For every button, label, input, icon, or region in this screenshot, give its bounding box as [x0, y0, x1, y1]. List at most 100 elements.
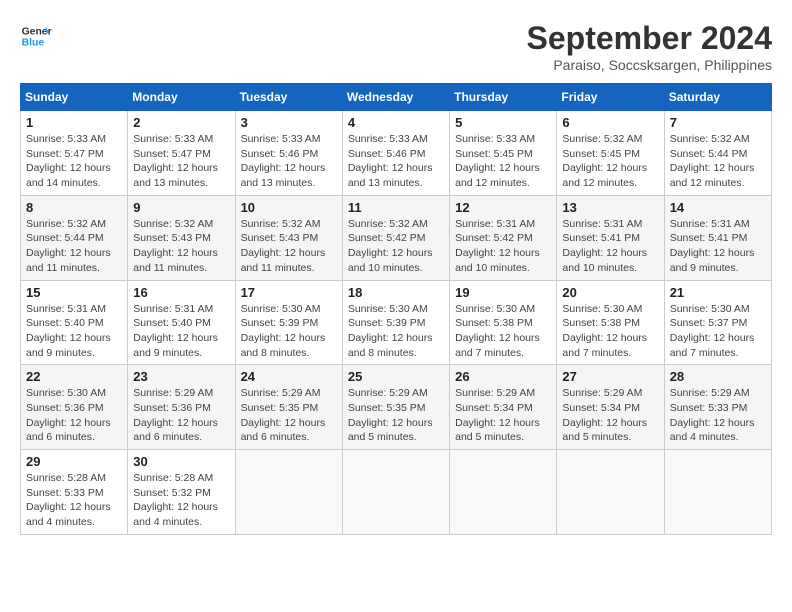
day-number: 23 [133, 369, 229, 384]
calendar-week-row: 15 Sunrise: 5:31 AM Sunset: 5:40 PM Dayli… [21, 280, 772, 365]
day-of-week-header: Friday [557, 84, 664, 111]
calendar-day-cell: 15 Sunrise: 5:31 AM Sunset: 5:40 PM Dayli… [21, 280, 128, 365]
day-info: Sunrise: 5:29 AM Sunset: 5:36 PM Dayligh… [133, 386, 229, 445]
title-block: September 2024 Paraiso, Soccsksargen, Ph… [527, 20, 772, 73]
day-number: 25 [348, 369, 444, 384]
day-info: Sunrise: 5:33 AM Sunset: 5:46 PM Dayligh… [348, 132, 444, 191]
day-number: 26 [455, 369, 551, 384]
calendar-day-cell: 17Sunrise: 5:30 AM Sunset: 5:39 PM Dayli… [235, 280, 342, 365]
calendar-table: SundayMondayTuesdayWednesdayThursdayFrid… [20, 83, 772, 535]
day-info: Sunrise: 5:32 AM Sunset: 5:42 PM Dayligh… [348, 217, 444, 276]
calendar-day-cell: 7Sunrise: 5:32 AM Sunset: 5:44 PM Daylig… [664, 111, 771, 196]
calendar-week-row: 8 Sunrise: 5:32 AM Sunset: 5:44 PM Daylig… [21, 195, 772, 280]
calendar-day-cell: 30 Sunrise: 5:28 AM Sunset: 5:32 PM Dayli… [128, 450, 235, 535]
day-info: Sunrise: 5:31 AM Sunset: 5:40 PM Dayligh… [26, 302, 122, 361]
day-number: 20 [562, 285, 658, 300]
day-number: 16 [133, 285, 229, 300]
day-number: 24 [241, 369, 337, 384]
day-of-week-header: Saturday [664, 84, 771, 111]
day-of-week-header: Thursday [450, 84, 557, 111]
day-number: 10 [241, 200, 337, 215]
calendar-day-cell: 4 Sunrise: 5:33 AM Sunset: 5:46 PM Daylig… [342, 111, 449, 196]
day-info: Sunrise: 5:30 AM Sunset: 5:38 PM Dayligh… [562, 302, 658, 361]
calendar-week-row: 29Sunrise: 5:28 AM Sunset: 5:33 PM Dayli… [21, 450, 772, 535]
day-number: 17 [241, 285, 337, 300]
day-info: Sunrise: 5:33 AM Sunset: 5:47 PM Dayligh… [26, 132, 122, 191]
day-number: 8 [26, 200, 122, 215]
day-of-week-header: Tuesday [235, 84, 342, 111]
day-info: Sunrise: 5:32 AM Sunset: 5:44 PM Dayligh… [26, 217, 122, 276]
day-of-week-header: Wednesday [342, 84, 449, 111]
day-number: 5 [455, 115, 551, 130]
calendar-day-cell: 16 Sunrise: 5:31 AM Sunset: 5:40 PM Dayli… [128, 280, 235, 365]
day-number: 29 [26, 454, 122, 469]
day-number: 4 [348, 115, 444, 130]
day-info: Sunrise: 5:30 AM Sunset: 5:39 PM Dayligh… [348, 302, 444, 361]
calendar-day-cell: 9 Sunrise: 5:32 AM Sunset: 5:43 PM Daylig… [128, 195, 235, 280]
day-number: 21 [670, 285, 766, 300]
calendar-day-cell [235, 450, 342, 535]
calendar-day-cell: 29Sunrise: 5:28 AM Sunset: 5:33 PM Dayli… [21, 450, 128, 535]
day-info: Sunrise: 5:33 AM Sunset: 5:47 PM Dayligh… [133, 132, 229, 191]
day-number: 27 [562, 369, 658, 384]
calendar-day-cell [342, 450, 449, 535]
day-number: 1 [26, 115, 122, 130]
calendar-day-cell: 5 Sunrise: 5:33 AM Sunset: 5:45 PM Daylig… [450, 111, 557, 196]
day-of-week-header: Monday [128, 84, 235, 111]
calendar-day-cell: 1 Sunrise: 5:33 AM Sunset: 5:47 PM Daylig… [21, 111, 128, 196]
day-info: Sunrise: 5:30 AM Sunset: 5:37 PM Dayligh… [670, 302, 766, 361]
day-number: 15 [26, 285, 122, 300]
calendar-day-cell: 13 Sunrise: 5:31 AM Sunset: 5:41 PM Dayli… [557, 195, 664, 280]
day-number: 6 [562, 115, 658, 130]
logo-icon: General Blue [20, 20, 52, 52]
day-info: Sunrise: 5:33 AM Sunset: 5:45 PM Dayligh… [455, 132, 551, 191]
calendar-day-cell [557, 450, 664, 535]
day-number: 22 [26, 369, 122, 384]
day-number: 14 [670, 200, 766, 215]
svg-text:Blue: Blue [22, 38, 45, 49]
day-info: Sunrise: 5:31 AM Sunset: 5:41 PM Dayligh… [670, 217, 766, 276]
day-info: Sunrise: 5:31 AM Sunset: 5:41 PM Dayligh… [562, 217, 658, 276]
day-info: Sunrise: 5:32 AM Sunset: 5:43 PM Dayligh… [241, 217, 337, 276]
day-number: 11 [348, 200, 444, 215]
calendar-day-cell [450, 450, 557, 535]
day-info: Sunrise: 5:29 AM Sunset: 5:34 PM Dayligh… [562, 386, 658, 445]
calendar-day-cell: 27 Sunrise: 5:29 AM Sunset: 5:34 PM Dayli… [557, 365, 664, 450]
day-info: Sunrise: 5:32 AM Sunset: 5:44 PM Dayligh… [670, 132, 766, 191]
calendar-day-cell: 14 Sunrise: 5:31 AM Sunset: 5:41 PM Dayli… [664, 195, 771, 280]
calendar-day-cell: 12 Sunrise: 5:31 AM Sunset: 5:42 PM Dayli… [450, 195, 557, 280]
calendar-day-cell: 18Sunrise: 5:30 AM Sunset: 5:39 PM Dayli… [342, 280, 449, 365]
day-number: 19 [455, 285, 551, 300]
calendar-day-cell: 20 Sunrise: 5:30 AM Sunset: 5:38 PM Dayli… [557, 280, 664, 365]
day-number: 13 [562, 200, 658, 215]
calendar-week-row: 22 Sunrise: 5:30 AM Sunset: 5:36 PM Dayli… [21, 365, 772, 450]
day-info: Sunrise: 5:30 AM Sunset: 5:38 PM Dayligh… [455, 302, 551, 361]
calendar-day-cell: 22 Sunrise: 5:30 AM Sunset: 5:36 PM Dayli… [21, 365, 128, 450]
day-info: Sunrise: 5:31 AM Sunset: 5:42 PM Dayligh… [455, 217, 551, 276]
calendar-day-cell: 10 Sunrise: 5:32 AM Sunset: 5:43 PM Dayli… [235, 195, 342, 280]
month-title: September 2024 [527, 20, 772, 57]
calendar-day-cell: 11 Sunrise: 5:32 AM Sunset: 5:42 PM Dayli… [342, 195, 449, 280]
day-number: 28 [670, 369, 766, 384]
calendar-header-row: SundayMondayTuesdayWednesdayThursdayFrid… [21, 84, 772, 111]
day-info: Sunrise: 5:30 AM Sunset: 5:36 PM Dayligh… [26, 386, 122, 445]
calendar-day-cell: 23 Sunrise: 5:29 AM Sunset: 5:36 PM Dayli… [128, 365, 235, 450]
calendar-day-cell: 25Sunrise: 5:29 AM Sunset: 5:35 PM Dayli… [342, 365, 449, 450]
calendar-day-cell: 2Sunrise: 5:33 AM Sunset: 5:47 PM Daylig… [128, 111, 235, 196]
day-info: Sunrise: 5:28 AM Sunset: 5:32 PM Dayligh… [133, 471, 229, 530]
day-number: 12 [455, 200, 551, 215]
day-number: 9 [133, 200, 229, 215]
day-info: Sunrise: 5:29 AM Sunset: 5:35 PM Dayligh… [241, 386, 337, 445]
calendar-day-cell: 28Sunrise: 5:29 AM Sunset: 5:33 PM Dayli… [664, 365, 771, 450]
day-info: Sunrise: 5:31 AM Sunset: 5:40 PM Dayligh… [133, 302, 229, 361]
calendar-day-cell: 6Sunrise: 5:32 AM Sunset: 5:45 PM Daylig… [557, 111, 664, 196]
day-info: Sunrise: 5:32 AM Sunset: 5:43 PM Dayligh… [133, 217, 229, 276]
day-number: 30 [133, 454, 229, 469]
page-header: General Blue September 2024 Paraiso, Soc… [20, 20, 772, 73]
calendar-day-cell: 21 Sunrise: 5:30 AM Sunset: 5:37 PM Dayli… [664, 280, 771, 365]
calendar-day-cell [664, 450, 771, 535]
day-of-week-header: Sunday [21, 84, 128, 111]
calendar-day-cell: 24 Sunrise: 5:29 AM Sunset: 5:35 PM Dayli… [235, 365, 342, 450]
location-subtitle: Paraiso, Soccsksargen, Philippines [527, 57, 772, 73]
calendar-day-cell: 19 Sunrise: 5:30 AM Sunset: 5:38 PM Dayli… [450, 280, 557, 365]
